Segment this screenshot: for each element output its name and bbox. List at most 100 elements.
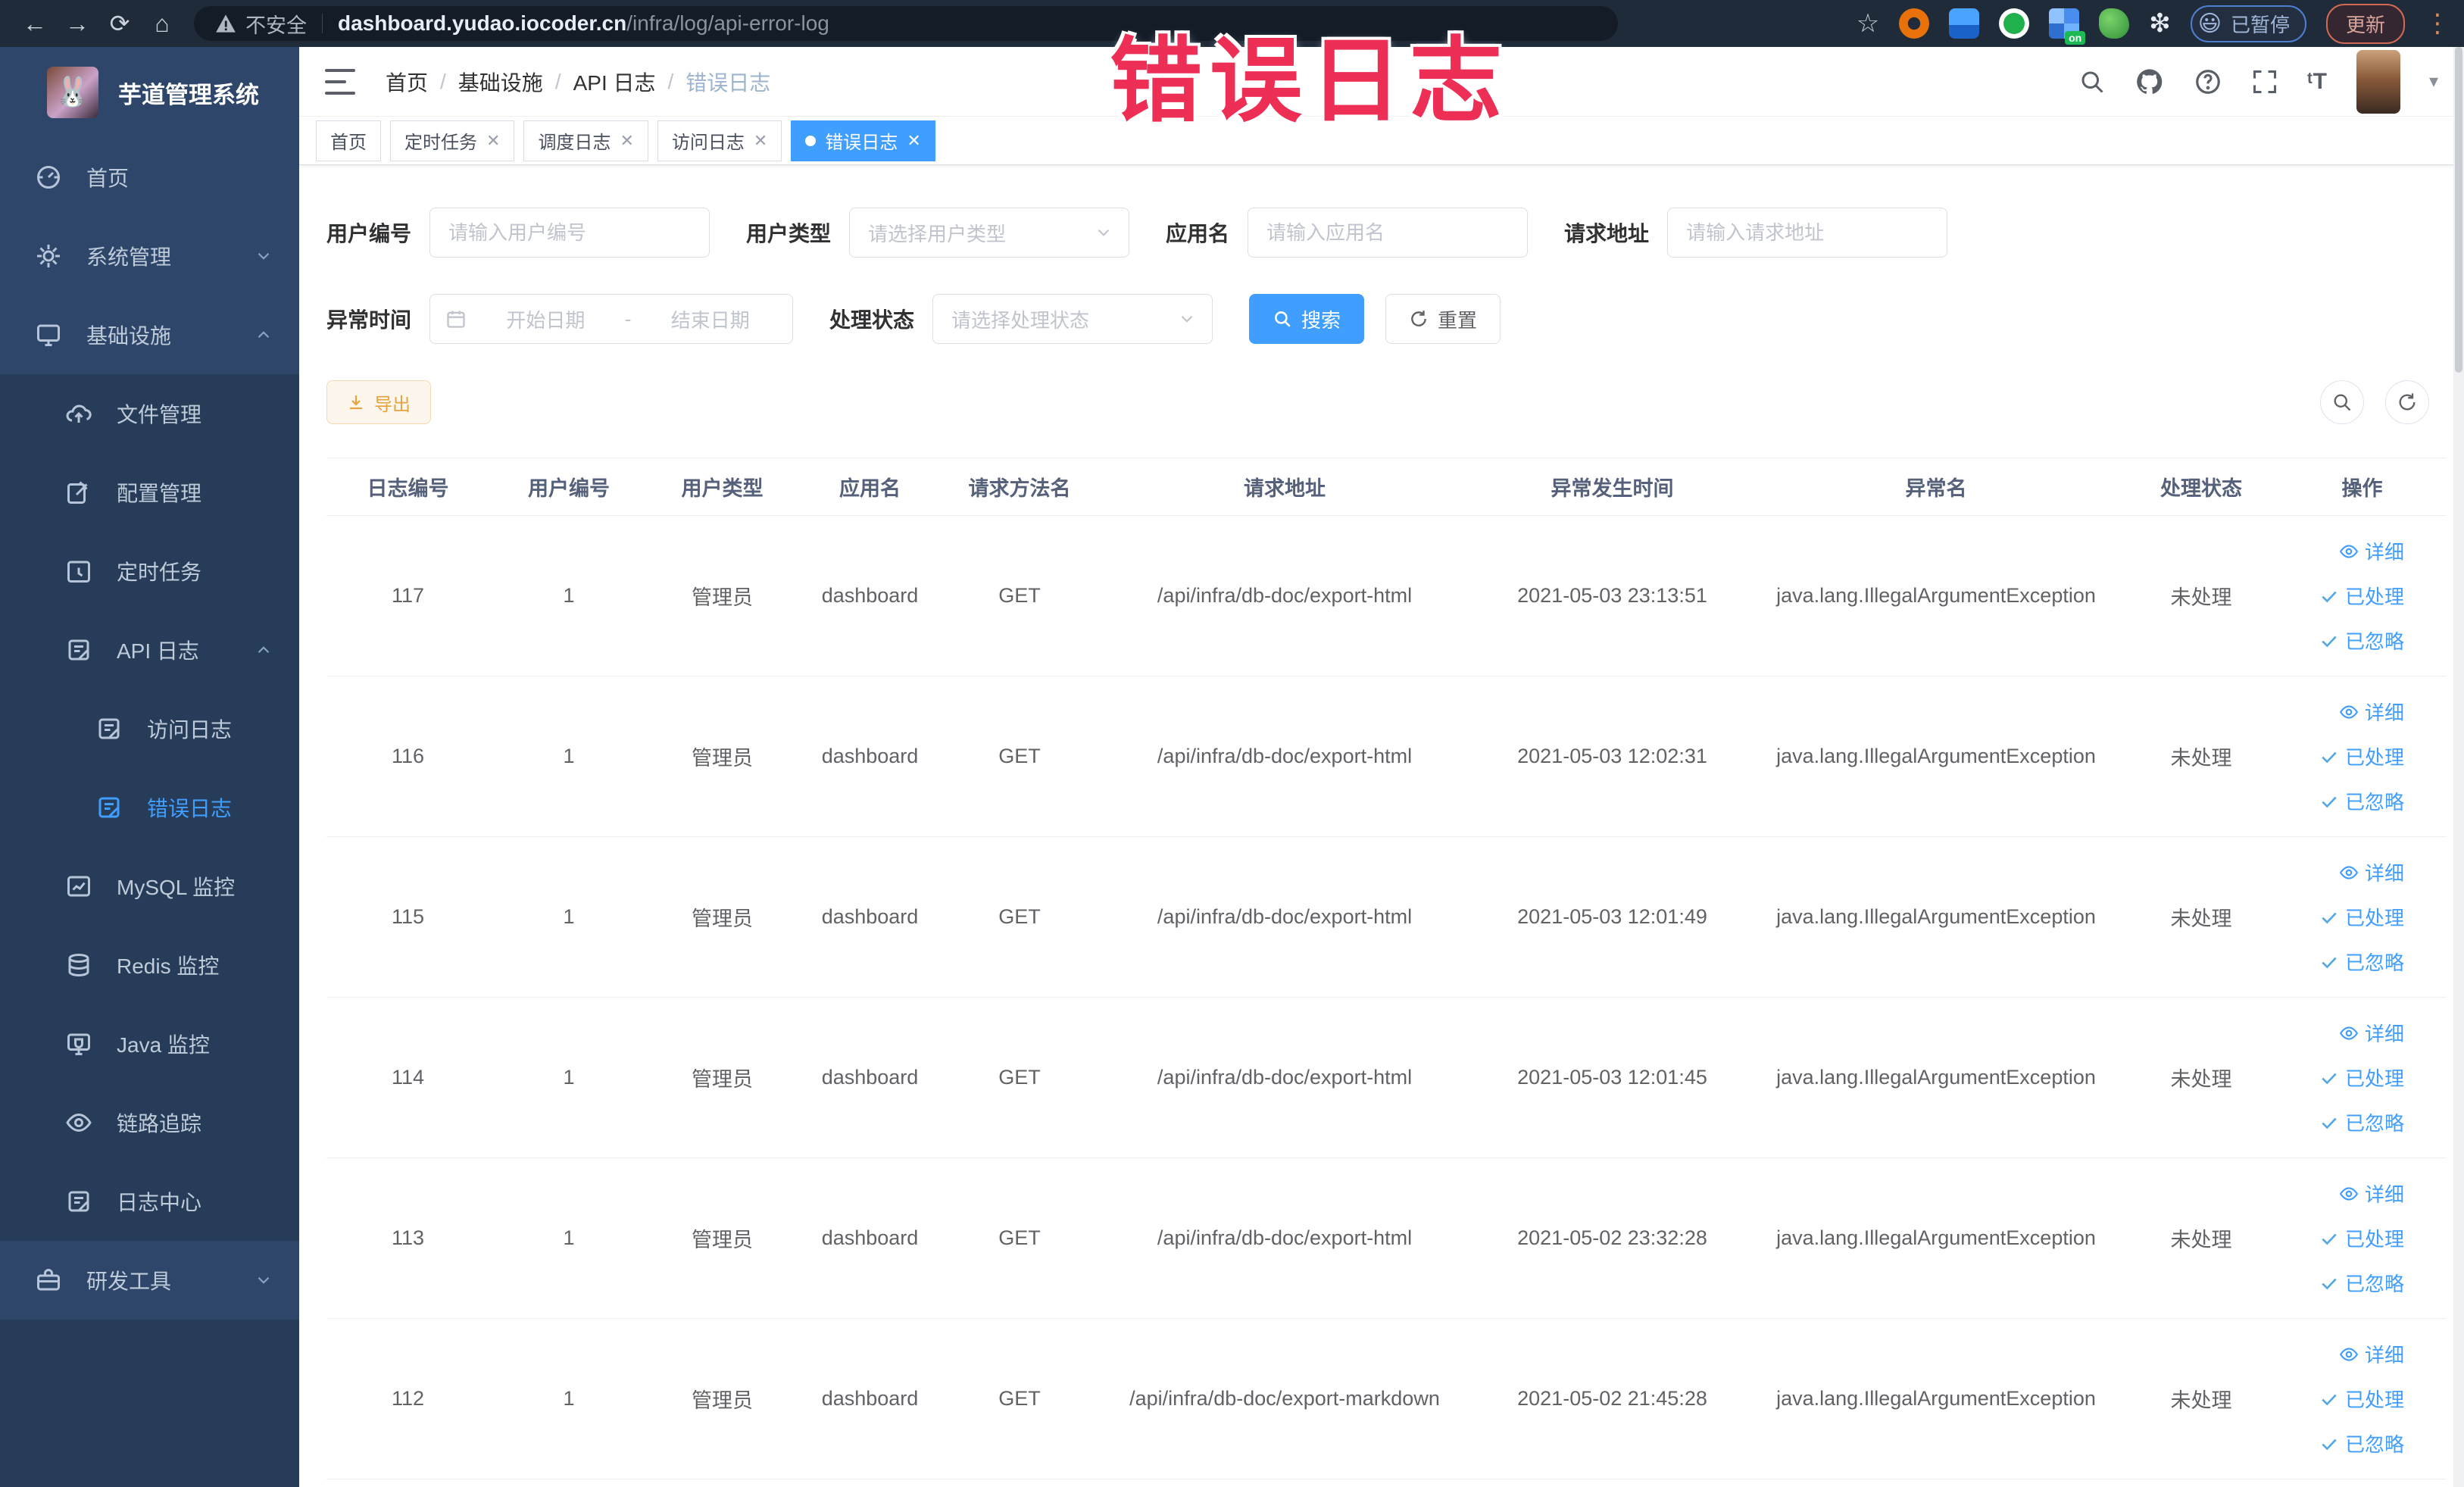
sidebar-item-redis-monitor[interactable]: Redis 监控 bbox=[0, 926, 299, 1004]
cell-app-name: dashboard bbox=[821, 1226, 919, 1249]
detail-link[interactable]: 详细 bbox=[2339, 1179, 2404, 1207]
detail-link[interactable]: 详细 bbox=[2339, 537, 2404, 565]
mark-processed-link[interactable]: 已处理 bbox=[2319, 1064, 2404, 1092]
logo-image: 🐰 bbox=[47, 67, 98, 118]
sidebar-item-config-management[interactable]: 配置管理 bbox=[0, 453, 299, 532]
detail-link[interactable]: 详细 bbox=[2339, 1019, 2404, 1047]
cell-status: 未处理 bbox=[2170, 586, 2232, 609]
sidebar-item-scheduled-tasks[interactable]: 定时任务 bbox=[0, 532, 299, 611]
url-domain[interactable]: dashboard.yudao.iocoder.cn bbox=[338, 11, 626, 36]
mark-processed-link[interactable]: 已处理 bbox=[2319, 742, 2404, 770]
hamburger-icon[interactable] bbox=[325, 68, 355, 95]
close-icon[interactable]: ✕ bbox=[754, 131, 767, 151]
process-status-select[interactable]: 请选择处理状态 bbox=[932, 294, 1213, 344]
sidebar-item-java-monitor[interactable]: Java 监控 bbox=[0, 1004, 299, 1083]
mark-ignored-link[interactable]: 已忽略 bbox=[2319, 1269, 2404, 1297]
font-size-icon[interactable]: ᵗT bbox=[2307, 69, 2328, 95]
breadcrumb-home[interactable]: 首页 bbox=[386, 67, 428, 97]
tab-home[interactable]: 首页 bbox=[316, 120, 381, 161]
cell-status: 未处理 bbox=[2170, 908, 2232, 930]
detail-link[interactable]: 详细 bbox=[2339, 1340, 2404, 1368]
mark-ignored-link[interactable]: 已忽略 bbox=[2319, 1108, 2404, 1136]
search-button[interactable]: 搜索 bbox=[1249, 294, 1365, 344]
cell-status: 未处理 bbox=[2170, 1389, 2232, 1412]
chevron-down-icon bbox=[254, 1270, 273, 1290]
sidebar-item-trace[interactable]: 链路追踪 bbox=[0, 1083, 299, 1162]
scrollbar[interactable] bbox=[2453, 47, 2464, 1487]
search-icon[interactable] bbox=[2078, 68, 2106, 95]
refresh-table-button[interactable] bbox=[2385, 380, 2429, 424]
help-icon[interactable] bbox=[2194, 67, 2222, 96]
mark-processed-link[interactable]: 已处理 bbox=[2319, 1385, 2404, 1413]
detail-link[interactable]: 详细 bbox=[2339, 698, 2404, 726]
scrollbar-thumb[interactable] bbox=[2455, 47, 2462, 373]
mark-ignored-link[interactable]: 已忽略 bbox=[2319, 1429, 2404, 1457]
user-id-input[interactable] bbox=[429, 208, 710, 258]
close-icon[interactable]: ✕ bbox=[620, 131, 633, 151]
request-url-input[interactable] bbox=[1667, 208, 1948, 258]
browser-menu-icon[interactable]: ⋮ bbox=[2425, 8, 2450, 39]
breadcrumb-infrastructure[interactable]: 基础设施 bbox=[458, 67, 543, 97]
profile-paused-badge[interactable]: 😃 已暂停 bbox=[2190, 5, 2306, 42]
toggle-search-button[interactable] bbox=[2320, 380, 2364, 424]
cell-actions: 详细 已处理 已忽略 bbox=[2281, 858, 2444, 976]
browser-back-icon[interactable]: ← bbox=[14, 7, 56, 40]
extension-blue-shield-icon[interactable] bbox=[1949, 8, 1980, 39]
cell-user-id: 1 bbox=[563, 745, 575, 767]
mark-ignored-link[interactable]: 已忽略 bbox=[2319, 787, 2404, 815]
browser-forward-icon[interactable]: → bbox=[56, 7, 98, 40]
chevron-down-icon bbox=[1177, 309, 1197, 329]
reset-button[interactable]: 重置 bbox=[1385, 294, 1501, 344]
avatar[interactable] bbox=[2356, 49, 2400, 114]
cell-user-id: 1 bbox=[563, 584, 575, 607]
sidebar-item-error-log[interactable]: 错误日志 bbox=[0, 768, 299, 847]
browser-update-button[interactable]: 更新 bbox=[2325, 3, 2405, 44]
sidebar-item-access-log[interactable]: 访问日志 bbox=[0, 689, 299, 768]
sidebar-logo[interactable]: 🐰 芋道管理系统 bbox=[0, 47, 299, 138]
browser-home-icon[interactable]: ⌂ bbox=[141, 7, 183, 40]
cell-actions: 详细 已处理 已忽略 bbox=[2281, 537, 2444, 654]
mark-ignored-link[interactable]: 已忽略 bbox=[2319, 626, 2404, 654]
fullscreen-icon[interactable] bbox=[2251, 68, 2278, 95]
check-icon bbox=[2319, 908, 2339, 927]
tab-schedule-log[interactable]: 调度日志 ✕ bbox=[523, 120, 648, 161]
caret-down-icon[interactable]: ▾ bbox=[2429, 70, 2438, 92]
sidebar-item-mysql-monitor[interactable]: MySQL 监控 bbox=[0, 847, 299, 926]
tab-scheduled-tasks[interactable]: 定时任务 ✕ bbox=[390, 120, 515, 161]
security-label[interactable]: 不安全 bbox=[245, 9, 307, 39]
breadcrumb-api-log[interactable]: API 日志 bbox=[573, 67, 656, 97]
detail-link[interactable]: 详细 bbox=[2339, 858, 2404, 886]
bookmark-star-icon[interactable]: ☆ bbox=[1857, 8, 1879, 39]
mark-ignored-link[interactable]: 已忽略 bbox=[2319, 948, 2404, 976]
sidebar-item-dev-tools[interactable]: 研发工具 bbox=[0, 1241, 299, 1320]
close-icon[interactable]: ✕ bbox=[907, 131, 920, 151]
tab-access-log[interactable]: 访问日志 ✕ bbox=[657, 120, 782, 161]
cell-log-id: 116 bbox=[391, 745, 425, 767]
sidebar-item-file-management[interactable]: 文件管理 bbox=[0, 374, 299, 453]
extension-leaf-icon[interactable] bbox=[2099, 8, 2130, 39]
user-type-select[interactable]: 请选择用户类型 bbox=[849, 208, 1130, 258]
app-name-input[interactable] bbox=[1248, 208, 1529, 258]
extension-grid-icon[interactable]: on bbox=[2049, 8, 2086, 45]
extension-orange-icon[interactable] bbox=[1899, 8, 1930, 39]
github-icon[interactable] bbox=[2135, 67, 2165, 97]
sidebar-item-api-log[interactable]: API 日志 bbox=[0, 611, 299, 689]
mark-processed-link[interactable]: 已处理 bbox=[2319, 582, 2404, 610]
url-path[interactable]: /infra/log/api-error-log bbox=[626, 11, 829, 36]
end-date-placeholder: 结束日期 bbox=[670, 308, 750, 332]
refresh-icon bbox=[1409, 309, 1429, 329]
mark-processed-link[interactable]: 已处理 bbox=[2319, 1224, 2404, 1252]
extension-green-circle-icon[interactable] bbox=[1999, 8, 2030, 39]
mark-processed-link[interactable]: 已处理 bbox=[2319, 903, 2404, 931]
browser-reload-icon[interactable]: ⟳ bbox=[98, 7, 141, 40]
sidebar-item-home[interactable]: 首页 bbox=[0, 138, 299, 217]
exception-time-range-picker[interactable]: 开始日期 - 结束日期 bbox=[429, 294, 794, 344]
sidebar-item-infrastructure[interactable]: 基础设施 bbox=[0, 295, 299, 374]
export-button[interactable]: 导出 bbox=[326, 380, 431, 424]
tab-error-log[interactable]: 错误日志 ✕ bbox=[791, 120, 935, 161]
close-icon[interactable]: ✕ bbox=[486, 131, 500, 151]
extensions-puzzle-icon[interactable]: ❇ bbox=[2149, 8, 2171, 39]
cell-user-id: 1 bbox=[563, 905, 575, 928]
sidebar-item-system[interactable]: 系统管理 bbox=[0, 217, 299, 295]
sidebar-item-log-center[interactable]: 日志中心 bbox=[0, 1162, 299, 1241]
